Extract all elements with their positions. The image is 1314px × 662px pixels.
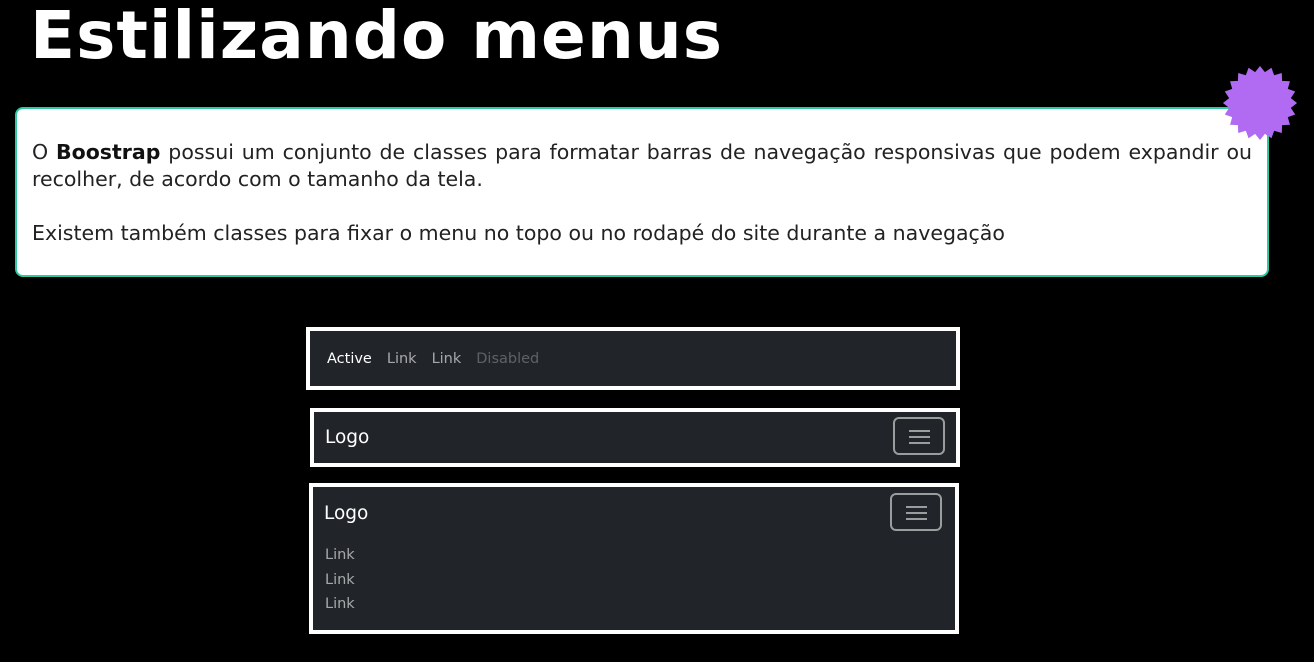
- nav-link[interactable]: Link: [387, 351, 417, 367]
- navbar-example-opened: Logo Link Link Link: [309, 483, 959, 634]
- starburst-badge-icon: [1222, 65, 1298, 141]
- nav-link[interactable]: Link: [325, 543, 355, 568]
- nav-link[interactable]: Link: [325, 592, 355, 617]
- info-text-rest: possui um conjunto de classes para forma…: [32, 140, 1252, 191]
- nav-link[interactable]: Link: [432, 351, 462, 367]
- navbar-brand[interactable]: Logo: [325, 427, 369, 448]
- nav-link-disabled: Disabled: [476, 350, 540, 367]
- bootstrap-emphasis: Boostrap: [56, 140, 161, 164]
- info-box: O Boostrap possui um conjunto de classes…: [15, 107, 1269, 277]
- slide-title: Estilizando menus: [30, 0, 724, 74]
- collapsed-nav-links: Link Link Link: [325, 543, 355, 617]
- info-paragraph-1: O Boostrap possui um conjunto de classes…: [32, 139, 1252, 193]
- slide: Estilizando menus O Boostrap possui um c…: [0, 0, 1314, 662]
- nav-links: Active Link Link Disabled: [327, 331, 539, 386]
- nav-link[interactable]: Link: [325, 568, 355, 593]
- hamburger-icon: [909, 430, 930, 444]
- navbar-toggler-button[interactable]: [893, 417, 945, 455]
- navbar-example-collapsed: Logo: [310, 408, 960, 467]
- navbar-toggler-button[interactable]: [890, 493, 942, 531]
- navbar-brand[interactable]: Logo: [324, 503, 368, 524]
- nav-link-active[interactable]: Active: [327, 351, 372, 367]
- navbar-example-expanded: Active Link Link Disabled: [306, 327, 960, 390]
- info-text-prefix: O: [32, 140, 57, 164]
- hamburger-icon: [906, 506, 927, 520]
- info-paragraph-2: Existem também classes para fixar o menu…: [32, 221, 1005, 245]
